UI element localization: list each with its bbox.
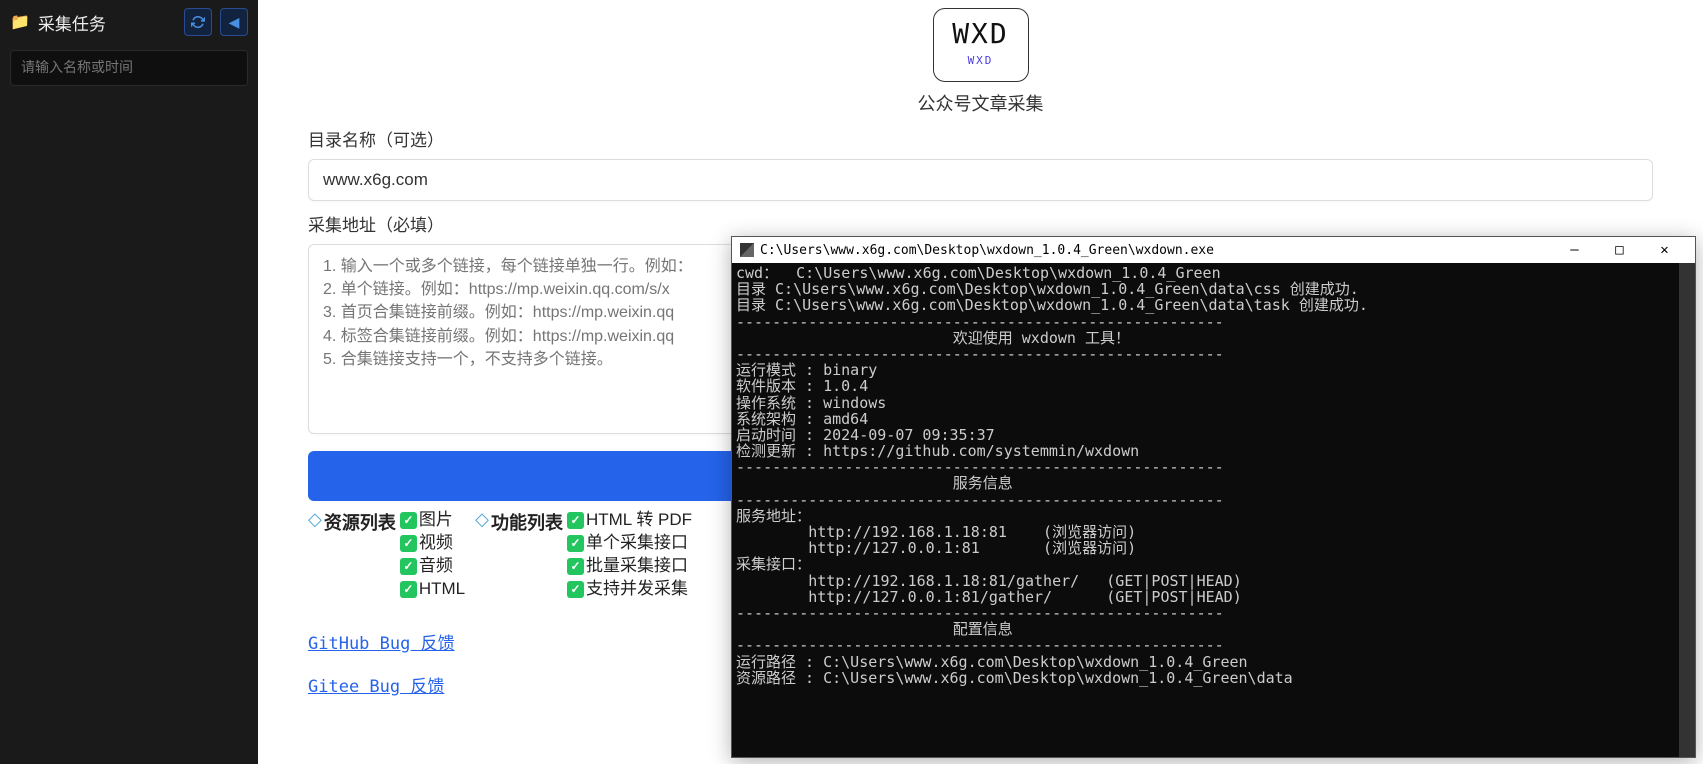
feature-item: ✓批量采集接口 <box>567 555 692 578</box>
logo-big: WXD <box>934 17 1028 50</box>
feature-list: ◇ 功能列表 ✓HTML 转 PDF ✓单个采集接口 ✓批量采集接口 ✓支持并发… <box>475 509 692 601</box>
resource-item: ✓HTML <box>400 578 465 601</box>
feature-item: ✓HTML 转 PDF <box>567 509 692 532</box>
sidebar: 📁 采集任务 ◀ <box>0 0 258 764</box>
resource-list: ◇ 资源列表 ✓图片 ✓视频 ✓音频 ✓HTML <box>308 509 465 601</box>
resource-item: ✓视频 <box>400 532 465 555</box>
minimize-icon: — <box>1570 242 1578 258</box>
check-icon: ✓ <box>567 558 584 575</box>
resource-item: ✓音频 <box>400 555 465 578</box>
check-icon: ✓ <box>567 512 584 529</box>
close-icon: ✕ <box>1660 242 1668 258</box>
check-icon: ✓ <box>400 535 417 552</box>
cube-icon: ◇ <box>475 509 489 530</box>
sidebar-header: 📁 采集任务 ◀ <box>0 0 258 44</box>
search-box[interactable] <box>10 50 248 86</box>
check-icon: ✓ <box>567 535 584 552</box>
close-button[interactable]: ✕ <box>1642 237 1687 263</box>
console-icon <box>740 243 754 257</box>
back-button[interactable]: ◀ <box>220 8 248 36</box>
cube-icon: ◇ <box>308 509 322 530</box>
resource-list-title: 资源列表 <box>324 509 396 535</box>
minimize-button[interactable]: — <box>1552 237 1597 263</box>
sidebar-title: 采集任务 <box>38 10 176 35</box>
feature-item: ✓支持并发采集 <box>567 578 692 601</box>
console-body[interactable]: cwd： C:\Users\www.x6g.com\Desktop\wxdown… <box>732 263 1695 757</box>
triangle-left-icon: ◀ <box>229 14 240 31</box>
url-label: 采集地址（必填） <box>308 211 1653 236</box>
feature-list-title: 功能列表 <box>491 509 563 535</box>
check-icon: ✓ <box>400 581 417 598</box>
check-icon: ✓ <box>567 581 584 598</box>
dir-input[interactable] <box>308 159 1653 201</box>
maximize-button[interactable]: □ <box>1597 237 1642 263</box>
console-window[interactable]: C:\Users\www.x6g.com\Desktop\wxdown_1.0.… <box>731 236 1696 758</box>
resource-item: ✓图片 <box>400 509 465 532</box>
refresh-button[interactable] <box>184 8 212 36</box>
console-titlebar[interactable]: C:\Users\www.x6g.com\Desktop\wxdown_1.0.… <box>732 237 1695 263</box>
logo-box: WXD WXD <box>933 8 1029 82</box>
app-subtitle: 公众号文章采集 <box>308 90 1653 116</box>
check-icon: ✓ <box>400 558 417 575</box>
feature-item: ✓单个采集接口 <box>567 532 692 555</box>
maximize-icon: □ <box>1615 242 1623 258</box>
search-input[interactable] <box>21 59 237 75</box>
console-title: C:\Users\www.x6g.com\Desktop\wxdown_1.0.… <box>760 243 1552 258</box>
logo-small: WXD <box>934 54 1028 67</box>
logo-section: WXD WXD 公众号文章采集 <box>308 8 1653 116</box>
check-icon: ✓ <box>400 512 417 529</box>
dir-label: 目录名称（可选） <box>308 126 1653 151</box>
folder-icon: 📁 <box>10 12 30 32</box>
